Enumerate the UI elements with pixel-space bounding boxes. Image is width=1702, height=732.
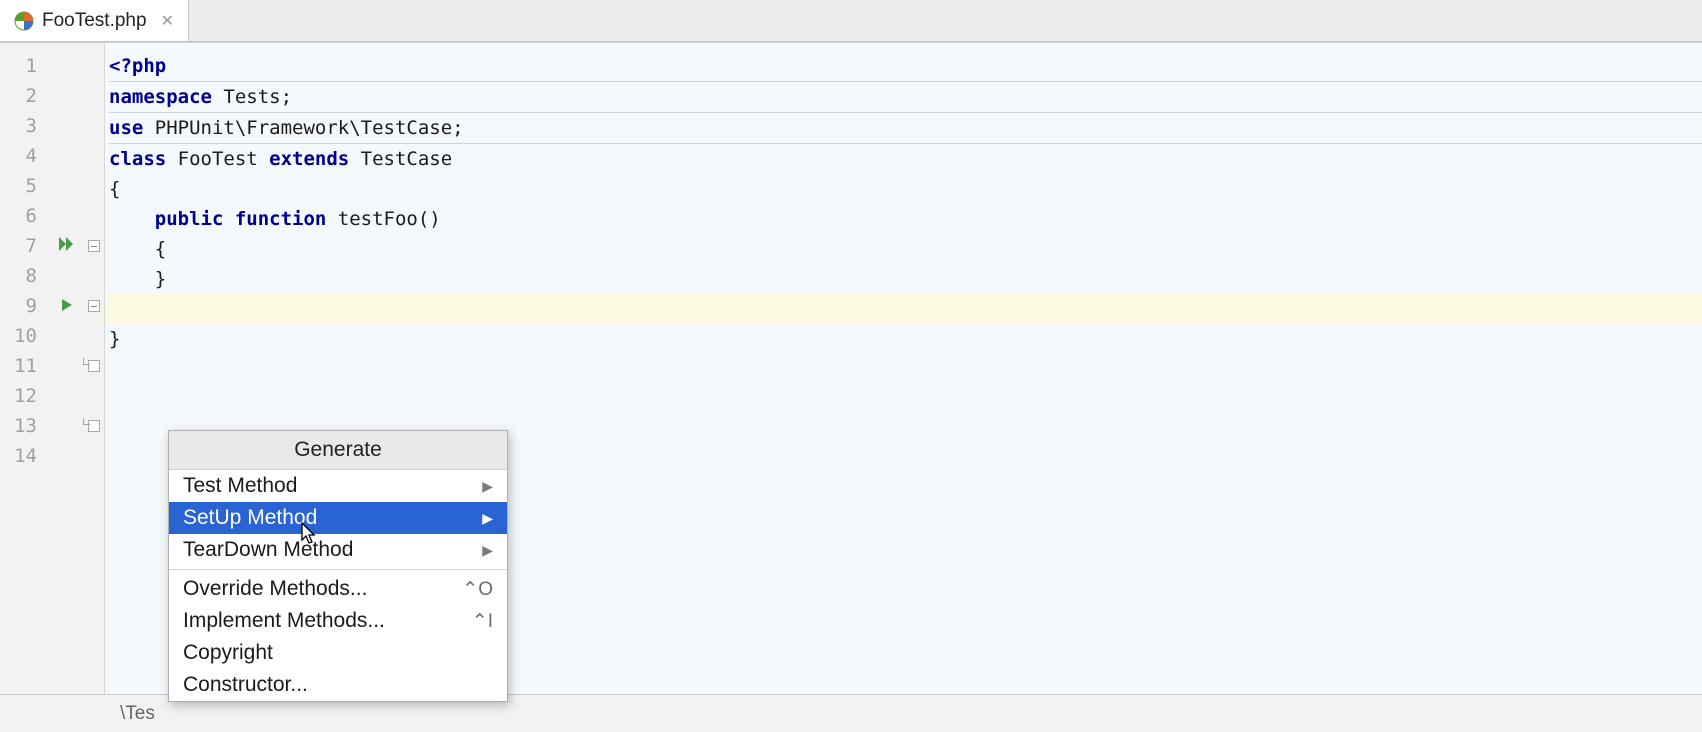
popup-item-implement-methods[interactable]: Implement Methods... ⌃I [169, 605, 507, 637]
popup-item-label: Override Methods... [183, 577, 367, 601]
close-icon[interactable]: ✕ [161, 11, 174, 31]
code-token: TestCase [361, 148, 453, 170]
run-gutter [47, 43, 87, 694]
popup-item-copyright[interactable]: Copyright [169, 637, 507, 669]
fold-end-icon [88, 420, 100, 432]
popup-item-test-method[interactable]: Test Method ▶ [169, 470, 507, 502]
code-token: } [109, 268, 166, 290]
code-token: <?php [109, 55, 166, 77]
current-line [105, 294, 1702, 324]
submenu-arrow-icon: ▶ [482, 478, 493, 495]
fold-toggle-icon[interactable] [88, 240, 100, 252]
code-token: Tests; [223, 86, 292, 108]
popup-item-label: Constructor... [183, 673, 308, 697]
submenu-arrow-icon: ▶ [482, 542, 493, 559]
tab-bar: FooTest.php ✕ [0, 0, 1702, 42]
fold-gutter [87, 43, 105, 694]
code-token: { [109, 178, 120, 200]
popup-item-shortcut: ⌃O [462, 578, 493, 601]
popup-item-label: Copyright [183, 641, 273, 665]
tab-filename: FooTest.php [42, 10, 147, 32]
popup-title: Generate [169, 431, 507, 470]
line-number: 12 [0, 381, 47, 411]
line-number: 7 [0, 231, 47, 261]
code-token: testFoo() [338, 208, 441, 230]
line-number: 5 [0, 171, 47, 201]
generate-popup: Generate Test Method ▶ SetUp Method ▶ Te… [168, 430, 508, 702]
popup-item-label: Implement Methods... [183, 609, 385, 633]
line-number: 2 [0, 81, 47, 111]
code-token: PHPUnit\Framework\TestCase; [155, 117, 464, 139]
popup-item-override-methods[interactable]: Override Methods... ⌃O [169, 573, 507, 605]
run-class-icon[interactable] [58, 235, 76, 258]
code-token: namespace [109, 86, 223, 108]
line-number: 6 [0, 201, 47, 231]
line-number: 8 [0, 261, 47, 291]
code-token: public function [155, 208, 338, 230]
popup-item-label: TearDown Method [183, 538, 353, 562]
editor-tab[interactable]: FooTest.php ✕ [0, 0, 189, 41]
popup-item-setup-method[interactable]: SetUp Method ▶ [169, 502, 507, 534]
line-number-gutter: 1 2 3 4 5 6 7 8 9 10 11 12 13 14 [0, 43, 47, 694]
breadcrumb-text: \Tes [120, 703, 155, 725]
popup-separator [169, 569, 507, 570]
fold-end-icon [88, 360, 100, 372]
line-number: 9 [0, 291, 47, 321]
line-number: 1 [0, 51, 47, 81]
code-token: use [109, 117, 155, 139]
code-token: } [109, 328, 120, 350]
line-number: 4 [0, 141, 47, 171]
php-file-icon [14, 11, 34, 31]
line-number: 10 [0, 321, 47, 351]
popup-item-shortcut: ⌃I [472, 610, 493, 633]
fold-toggle-icon[interactable] [88, 300, 100, 312]
code-token: { [109, 238, 166, 260]
line-number: 14 [0, 441, 47, 471]
code-token: FooTest [178, 148, 270, 170]
run-test-icon[interactable] [60, 296, 74, 317]
line-number: 3 [0, 111, 47, 141]
line-number: 11 [0, 351, 47, 381]
popup-item-teardown-method[interactable]: TearDown Method ▶ [169, 534, 507, 566]
submenu-arrow-icon: ▶ [482, 510, 493, 527]
code-token: extends [269, 148, 361, 170]
popup-item-label: Test Method [183, 474, 297, 498]
line-number: 13 [0, 411, 47, 441]
popup-item-constructor[interactable]: Constructor... [169, 669, 507, 701]
code-token: class [109, 148, 178, 170]
popup-item-label: SetUp Method [183, 506, 317, 530]
